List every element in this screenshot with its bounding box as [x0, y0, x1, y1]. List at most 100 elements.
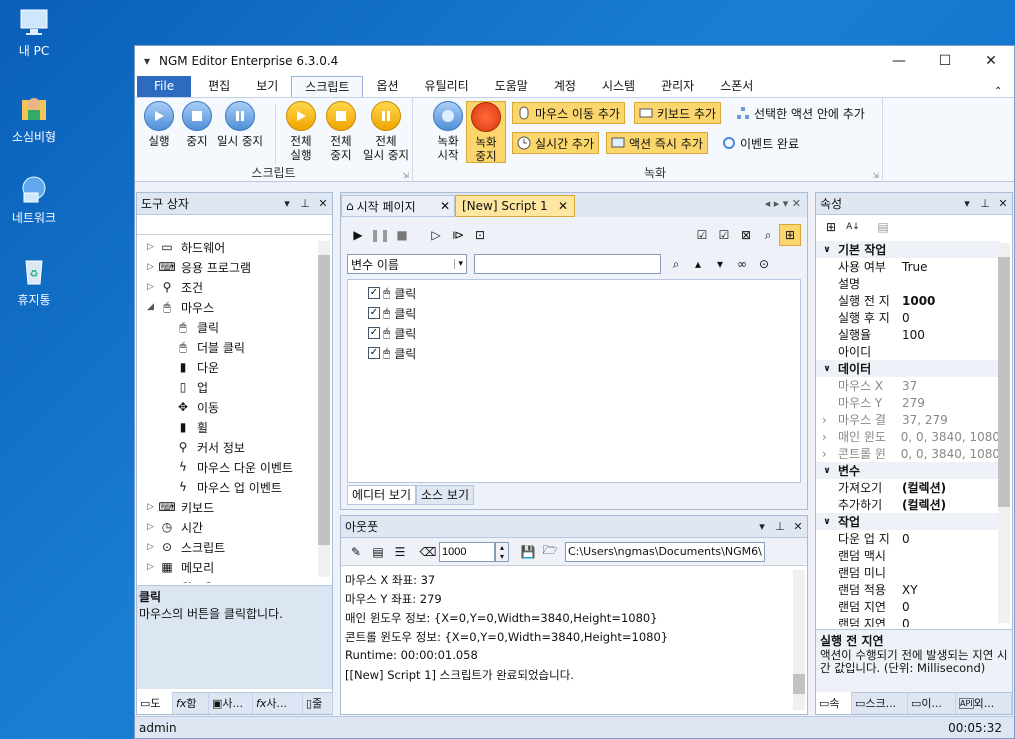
property-category[interactable]: ∨ 변수	[816, 462, 1000, 479]
expand-icon[interactable]: ▷	[147, 242, 159, 252]
infinity-icon[interactable]: ∞	[731, 253, 753, 275]
desktop-icon-user[interactable]: 소심비형	[8, 92, 60, 145]
property-row[interactable]: 사용 여부 True	[816, 258, 1000, 275]
variable-dropdown[interactable]: 변수 이름 ▾	[347, 254, 467, 274]
run-all-button[interactable]: 전체 실행	[281, 101, 321, 162]
interval-stepper[interactable]: ▴ ▾	[495, 541, 509, 562]
stop-button[interactable]: 중지	[177, 101, 217, 148]
tree-item[interactable]: ▷ ▭ 하드웨어	[147, 237, 225, 257]
tab-toolbox[interactable]: ▭ 도	[137, 692, 173, 714]
property-scrollbar[interactable]	[998, 243, 1010, 623]
tree-item[interactable]: ▮ 다운	[175, 357, 219, 377]
pause-button[interactable]: 일시 중지	[215, 101, 265, 148]
property-category[interactable]: ∨ 데이터	[816, 360, 1000, 377]
menu-edit[interactable]: 편집	[195, 76, 243, 97]
menu-file[interactable]: File	[137, 76, 192, 97]
property-row[interactable]: 추가하기 (컬렉션)	[816, 496, 1000, 513]
eraser-icon[interactable]: ⌫	[417, 541, 439, 563]
dropdown-icon[interactable]: ▾	[753, 520, 771, 533]
list-icon[interactable]: ☰	[389, 541, 411, 563]
add-realtime-button[interactable]: 실시간 추가	[512, 132, 600, 154]
property-row[interactable]: 마우스 X 37	[816, 377, 1000, 394]
close-icon[interactable]: ✕	[558, 199, 568, 213]
expand-icon[interactable]: ›	[822, 413, 827, 427]
tab-external[interactable]: API 외...	[956, 692, 1012, 714]
save-icon[interactable]: 💾	[517, 541, 539, 563]
tab-start-page[interactable]: ⌂ 시작 페이지 ✕	[341, 195, 455, 217]
add-action-now-button[interactable]: 액션 즉시 추가	[606, 132, 708, 154]
output-scrollbar[interactable]	[793, 570, 805, 710]
tree-view-icon[interactable]: ⊞	[779, 224, 801, 246]
menu-script[interactable]: 스크립트	[291, 76, 364, 97]
property-row[interactable]: › 콘트롤 윈 0, 0, 3840, 1080	[816, 445, 1000, 462]
add-keyboard-button[interactable]: 키보드 추가	[634, 102, 722, 124]
run-button[interactable]: 실행	[139, 101, 179, 148]
checkbox[interactable]: ✓	[368, 287, 380, 299]
up-icon[interactable]: ▴	[687, 253, 709, 275]
tab-nav-controls[interactable]: ◂ ▸ ▾ ✕	[765, 197, 801, 210]
toolbox-search[interactable]	[137, 215, 332, 235]
tree-item[interactable]: ▷ ▦ 메모리	[147, 557, 214, 577]
dropdown-icon[interactable]: ▾	[958, 197, 976, 210]
tab-editor-view[interactable]: 에디터 보기	[347, 485, 417, 505]
doc-settings-icon[interactable]: ▤	[367, 541, 389, 563]
menu-admin[interactable]: 관리자	[648, 76, 707, 97]
interval-input[interactable]	[439, 541, 495, 562]
action-item[interactable]: ✓ 🖱 클릭	[368, 284, 416, 302]
tree-item[interactable]: ◢ 🖱 마우스	[147, 297, 214, 317]
step-over-icon[interactable]: ⊡	[469, 224, 491, 246]
expand-icon[interactable]: ▷	[147, 542, 159, 552]
checkbox[interactable]: ✓	[368, 307, 380, 319]
property-row[interactable]: 실행 후 지 0	[816, 309, 1000, 326]
maximize-button[interactable]: ☐	[922, 46, 968, 76]
action-item[interactable]: ✓ 🖱 클릭	[368, 304, 416, 322]
event-complete-button[interactable]: 이벤트 완료	[718, 132, 803, 154]
tree-item[interactable]: ▷▣ 윈도우	[147, 577, 214, 583]
close-icon[interactable]: ✕	[994, 197, 1012, 210]
tab-user-2[interactable]: fx 사...	[253, 692, 303, 714]
property-row[interactable]: 가져오기 (컬렉션)	[816, 479, 1000, 496]
menu-sponsor[interactable]: 스폰서	[707, 76, 766, 97]
pin-icon[interactable]: ⊥	[771, 520, 789, 533]
collapse-icon[interactable]: ∨	[816, 364, 838, 374]
menu-view[interactable]: 보기	[243, 76, 291, 97]
property-row[interactable]: 설명	[816, 275, 1000, 292]
pause-all-button[interactable]: 전체 일시 중지	[359, 101, 413, 162]
tree-item[interactable]: ϟ 마우스 업 이벤트	[175, 477, 282, 497]
ribbon-collapse-icon[interactable]: ⌃	[994, 86, 1014, 97]
menu-help[interactable]: 도움말	[482, 76, 541, 97]
property-row[interactable]: 랜덤 적용 XY	[816, 581, 1000, 598]
collapse-icon[interactable]: ∨	[816, 517, 838, 527]
tab-script-explorer[interactable]: ▭ 스크...	[852, 692, 908, 714]
property-row[interactable]: 랜덤 지연 0	[816, 598, 1000, 615]
log-path-field[interactable]: C:\Users\ngmas\Documents\NGM6\	[565, 541, 765, 562]
pin-icon[interactable]: ⊥	[976, 197, 994, 210]
expand-icon[interactable]: ▷	[147, 522, 159, 532]
tab-source-view[interactable]: 소스 보기	[416, 485, 474, 505]
step-into-icon[interactable]: ⧐	[447, 224, 469, 246]
expand-icon[interactable]: ▷	[147, 282, 159, 292]
property-row[interactable]: 랜덤 맥시	[816, 547, 1000, 564]
record-stop-button[interactable]: 녹화 중지	[466, 101, 506, 163]
expand-icon[interactable]: ›	[822, 447, 827, 461]
more-icon[interactable]: ⊙	[753, 253, 775, 275]
property-row[interactable]: 마우스 Y 279	[816, 394, 1000, 411]
collapse-icon[interactable]: ∨	[816, 466, 838, 476]
expand-icon[interactable]: ▷	[147, 502, 159, 512]
property-pages-icon[interactable]: ▤	[872, 216, 894, 238]
record-start-button[interactable]: 녹화 시작	[428, 101, 468, 162]
tab-properties[interactable]: ▭ 속	[816, 692, 852, 714]
folder-icon[interactable]: 🗁	[539, 541, 561, 563]
add-mouse-move-button[interactable]: 마우스 이동 추가	[512, 102, 625, 124]
property-row[interactable]: 아이디	[816, 343, 1000, 360]
sort-az-icon[interactable]: A↓	[842, 216, 864, 238]
expand-icon[interactable]: ▷	[147, 562, 159, 572]
stop-all-button[interactable]: 전체 중지	[321, 101, 361, 162]
close-icon[interactable]: ✕	[314, 197, 332, 210]
expand-icon[interactable]: ›	[822, 430, 827, 444]
tree-item[interactable]: ▮ 휠	[175, 417, 208, 437]
quick-access-icon[interactable]: ▾	[135, 54, 159, 68]
property-row[interactable]: 실행율 100	[816, 326, 1000, 343]
tree-item[interactable]: 🖱 더블 클릭	[175, 337, 245, 357]
dropdown-icon[interactable]: ▾	[278, 197, 296, 210]
